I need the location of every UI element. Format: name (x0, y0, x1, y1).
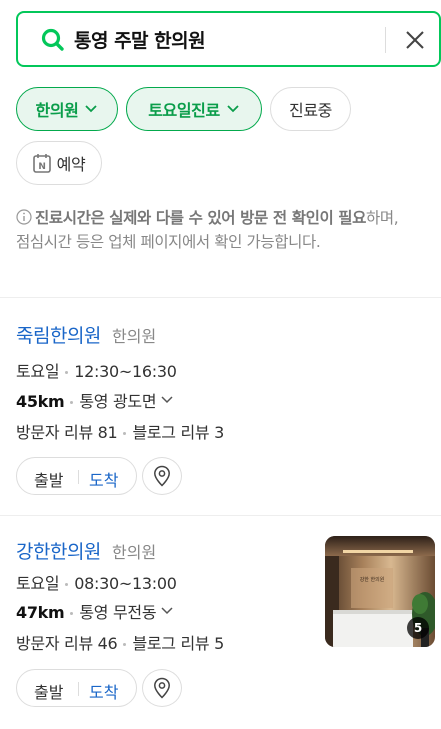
place-name[interactable]: 강한한의원 (16, 541, 101, 563)
search-input[interactable]: 통영 주말 한의원 (74, 26, 206, 53)
business-hours: 12:30~16:30 (74, 362, 177, 381)
separator-dot (65, 371, 69, 374)
reviews-row: 방문자 리뷰 46 블로그 리뷰 5 (16, 630, 224, 654)
distance: 45km (16, 392, 65, 411)
place-photo[interactable]: 강한 한의원 5 (325, 536, 435, 647)
address: 통영 무전동 (79, 603, 157, 622)
map-pin-icon (154, 677, 170, 699)
filter-chip-saturday[interactable]: 토요일진료 (126, 87, 262, 131)
search-bar[interactable]: 통영 주말 한의원 (16, 11, 441, 67)
location-row[interactable]: 45km 통영 광도면 (16, 388, 174, 412)
depart-button[interactable]: 출발 (34, 467, 63, 491)
address: 통영 광도면 (79, 392, 157, 411)
naver-booking-icon: N (32, 154, 51, 173)
place-title-row: 강한한의원 한의원 (16, 537, 156, 564)
distance: 47km (16, 603, 65, 622)
notice-bold-text: 진료시간은 실제와 다를 수 있어 방문 전 확인이 필요 (35, 209, 367, 227)
map-pin-button[interactable] (142, 457, 182, 495)
map-pin-icon (154, 465, 170, 487)
separator-dot (123, 643, 127, 646)
route-divider (78, 682, 79, 696)
place-category: 한의원 (112, 543, 157, 562)
business-day: 토요일 (16, 574, 60, 593)
svg-text:N: N (38, 162, 45, 172)
filter-chip-booking[interactable]: N 예약 (16, 141, 102, 185)
photo-count-badge: 5 (407, 617, 429, 639)
section-divider (0, 515, 441, 516)
visitor-reviews[interactable]: 방문자 리뷰 81 (16, 423, 118, 442)
place-name[interactable]: 죽림한의원 (16, 325, 101, 347)
arrive-button[interactable]: 도착 (89, 679, 118, 703)
filter-chip-label: 예약 (56, 155, 86, 174)
reviews-row: 방문자 리뷰 81 블로그 리뷰 3 (16, 419, 224, 443)
filter-chip-category[interactable]: 한의원 (16, 87, 118, 131)
separator-dot (70, 612, 74, 615)
blog-reviews[interactable]: 블로그 리뷰 5 (132, 634, 224, 653)
section-divider (0, 297, 441, 298)
search-divider (385, 27, 386, 53)
info-icon (16, 209, 32, 225)
filter-chip-label: 토요일진료 (148, 101, 220, 120)
svg-text:강한 한의원: 강한 한의원 (360, 576, 385, 583)
hours-row: 토요일 08:30~13:00 (16, 570, 177, 594)
visitor-reviews[interactable]: 방문자 리뷰 46 (16, 634, 118, 653)
separator-dot (65, 583, 69, 586)
blog-reviews[interactable]: 블로그 리뷰 3 (132, 423, 224, 442)
chevron-down-icon (227, 105, 239, 113)
place-category: 한의원 (112, 327, 157, 346)
filter-chip-label: 진료중 (289, 101, 332, 120)
route-button[interactable]: 출발 도착 (16, 457, 137, 495)
business-hours: 08:30~13:00 (74, 574, 177, 593)
filter-chip-open-now[interactable]: 진료중 (270, 87, 351, 131)
arrive-button[interactable]: 도착 (89, 467, 118, 491)
route-button[interactable]: 출발 도착 (16, 669, 137, 707)
chevron-down-icon[interactable] (160, 606, 174, 616)
separator-dot (123, 432, 127, 435)
chevron-down-icon (85, 105, 98, 113)
business-day: 토요일 (16, 362, 60, 381)
search-icon (41, 28, 64, 51)
separator-dot (70, 401, 74, 404)
route-divider (78, 470, 79, 484)
chevron-down-icon[interactable] (160, 395, 174, 405)
close-icon[interactable] (403, 28, 427, 52)
depart-button[interactable]: 출발 (34, 679, 63, 703)
location-row[interactable]: 47km 통영 무전동 (16, 599, 174, 623)
hours-notice: 진료시간은 실제와 다를 수 있어 방문 전 확인이 필요하며, 점심시간 등은… (16, 206, 416, 254)
map-pin-button[interactable] (142, 669, 182, 707)
hours-row: 토요일 12:30~16:30 (16, 358, 177, 382)
place-title-row: 죽림한의원 한의원 (16, 321, 156, 348)
filter-chip-label: 한의원 (35, 101, 79, 120)
